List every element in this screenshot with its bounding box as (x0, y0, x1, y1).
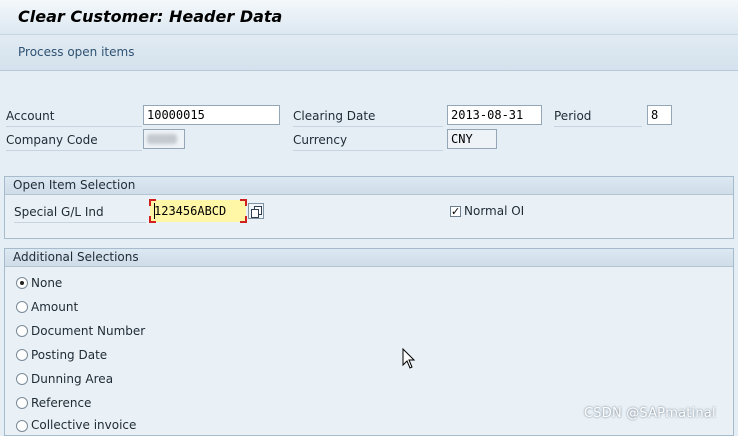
open-item-selection-title: Open Item Selection (5, 177, 733, 195)
clearing-date-field[interactable]: 2013-08-31 (447, 105, 542, 125)
period-label: Period (554, 109, 642, 127)
radio-reference[interactable] (16, 397, 28, 409)
period-field[interactable]: 8 (647, 105, 672, 125)
normal-oi-checkbox[interactable]: ✓ (450, 206, 461, 217)
radio-document-number[interactable] (16, 325, 28, 337)
special-gl-input[interactable]: 123456ABCD (149, 199, 247, 223)
application-toolbar: Process open items (0, 35, 738, 71)
radio-label-reference[interactable]: Reference (31, 396, 91, 410)
window-title: Clear Customer: Header Data (18, 7, 283, 26)
currency-field: CNY (447, 129, 497, 149)
radio-dunning-area[interactable] (16, 373, 28, 385)
focus-corner (149, 216, 156, 223)
company-code-field (143, 129, 185, 149)
account-label: Account (6, 109, 142, 127)
radio-label-none[interactable]: None (31, 276, 62, 290)
radio-label-dunning-area[interactable]: Dunning Area (31, 372, 113, 386)
radio-label-collective-invoice[interactable]: Collective invoice (31, 418, 136, 432)
title-bar: Clear Customer: Header Data (0, 0, 738, 35)
focus-corner (149, 199, 156, 206)
special-gl-label: Special G/L Ind (14, 205, 146, 223)
normal-oi-label[interactable]: Normal OI (464, 204, 524, 218)
radio-posting-date[interactable] (16, 349, 28, 361)
clearing-date-label: Clearing Date (293, 109, 443, 127)
account-field[interactable]: 10000015 (143, 105, 280, 125)
radio-amount[interactable] (16, 301, 28, 313)
mouse-pointer-icon (402, 348, 416, 369)
focus-corner (240, 216, 247, 223)
multiple-selection-button[interactable] (248, 203, 264, 219)
radio-none[interactable] (16, 277, 28, 289)
additional-selections-title: Additional Selections (5, 249, 733, 267)
radio-collective-invoice[interactable] (16, 420, 28, 432)
focus-corner (240, 199, 247, 206)
open-item-selection-group: Open Item Selection (4, 176, 734, 239)
radio-label-amount[interactable]: Amount (31, 300, 78, 314)
radio-label-posting-date[interactable]: Posting Date (31, 348, 107, 362)
currency-label: Currency (293, 133, 443, 151)
copy-icon (251, 209, 259, 218)
redacted-value (147, 134, 177, 144)
process-open-items-button[interactable]: Process open items (18, 45, 134, 59)
watermark: CSDN @SAPmatinal (584, 406, 716, 421)
radio-label-document-number[interactable]: Document Number (31, 324, 145, 338)
company-code-label: Company Code (6, 133, 142, 151)
